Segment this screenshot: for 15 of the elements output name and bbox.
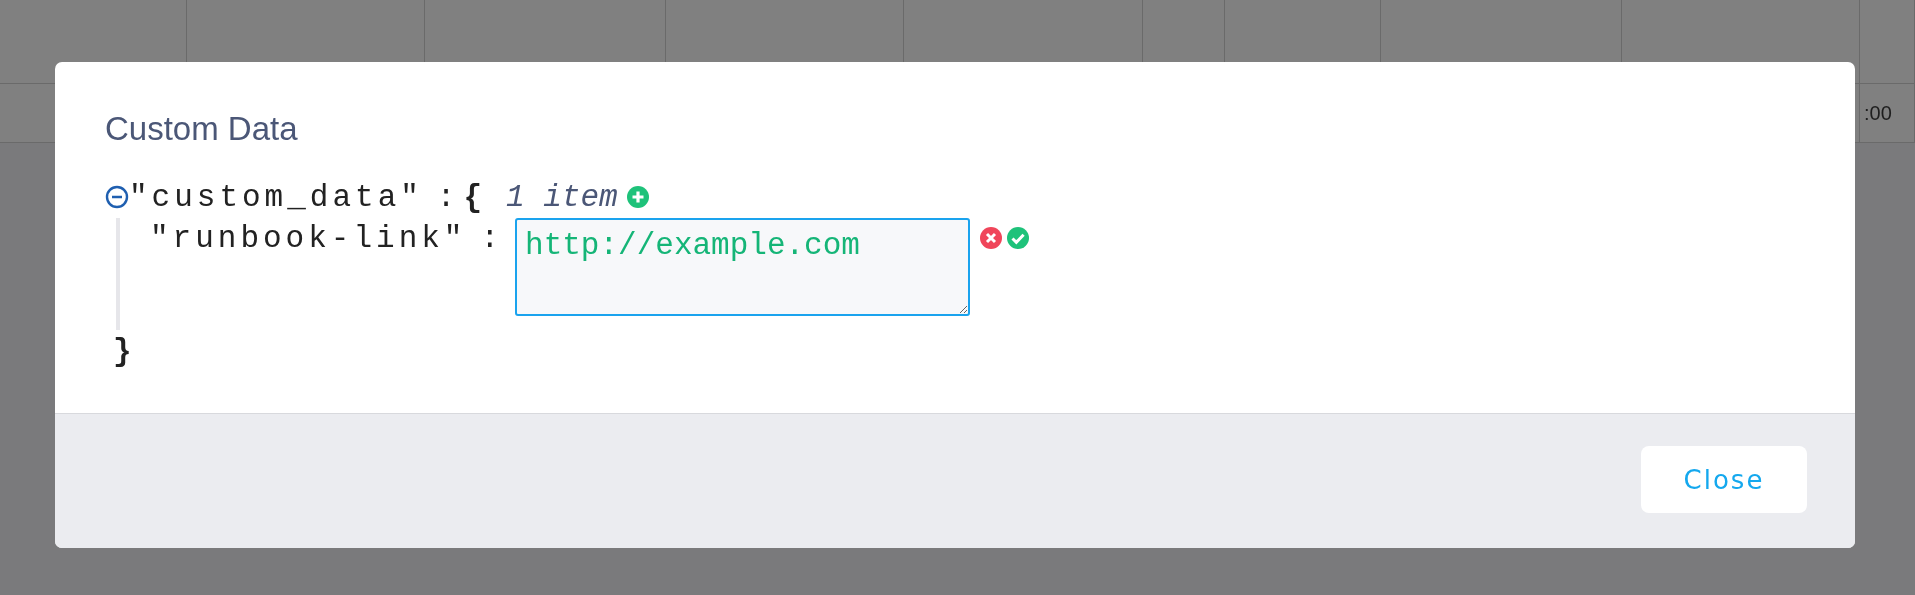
colon: : bbox=[480, 220, 500, 258]
confirm-icon[interactable] bbox=[1006, 226, 1031, 250]
json-key: "runbook-link" bbox=[150, 218, 467, 260]
add-icon[interactable] bbox=[625, 185, 650, 209]
item-count: 1 item bbox=[506, 179, 618, 215]
close-button[interactable]: Close bbox=[1641, 446, 1807, 513]
json-key: "custom_data" bbox=[129, 179, 423, 215]
open-brace: { bbox=[463, 179, 483, 215]
cancel-icon[interactable] bbox=[979, 226, 1004, 250]
colon: : bbox=[436, 179, 456, 215]
dialog-title: Custom Data bbox=[105, 110, 299, 148]
close-brace: } bbox=[113, 333, 132, 369]
value-field[interactable]: http://example.com bbox=[515, 218, 971, 316]
collapse-icon[interactable] bbox=[105, 185, 129, 209]
table-cell-text: :00 bbox=[1864, 101, 1892, 125]
